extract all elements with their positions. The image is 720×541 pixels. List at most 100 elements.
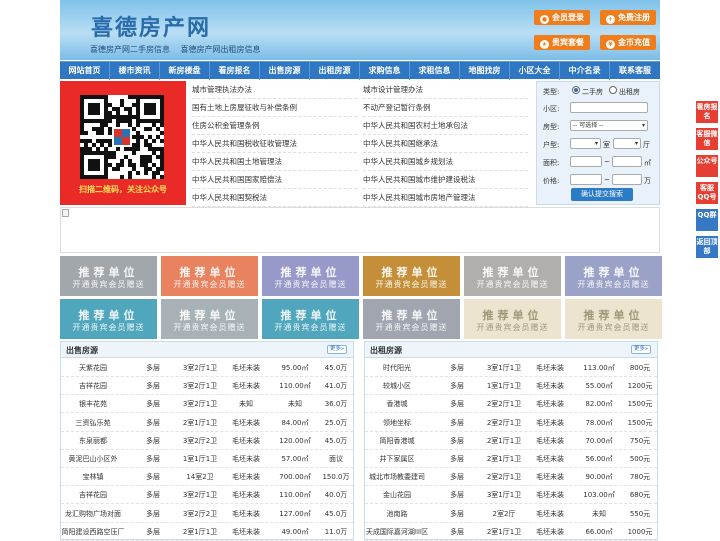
- recharge-button[interactable]: ¥ 金币充值: [600, 35, 656, 50]
- listing-row[interactable]: 金山花园 多层 3室1厅1卫 毛坯未装 103.00㎡ 680元: [365, 486, 657, 505]
- law-link[interactable]: 中华人民共和国农村土地承包法: [363, 117, 528, 135]
- recommended-ad-slot[interactable]: 推荐单位 开通贵宾会员赠送: [565, 299, 662, 339]
- law-link[interactable]: 城市管理执法办法: [192, 81, 357, 99]
- rent-more-link[interactable]: 更多»: [631, 345, 651, 354]
- law-link[interactable]: 中华人民共和国城市房地产管理法: [363, 189, 528, 207]
- law-link[interactable]: 中华人民共和国土地管理法: [192, 153, 357, 171]
- side-button[interactable]: QQ群: [696, 209, 718, 231]
- nav-item[interactable]: 联系客服: [610, 62, 660, 80]
- site-logo-title[interactable]: 喜德房产网: [91, 10, 211, 42]
- listing-estate[interactable]: 吉祥花园: [61, 486, 125, 504]
- listing-row[interactable]: 池南路 多层 2室2厅 毛坯未装 未知 550元: [365, 505, 657, 523]
- recommended-ad-slot[interactable]: 推荐单位 开通贵宾会员赠送: [60, 299, 157, 339]
- listing-estate[interactable]: 城北市场教委建司: [365, 468, 429, 486]
- listing-row[interactable]: 较城小区 多层 1室1厅1卫 毛坯未装 55.00㎡ 1200元: [365, 377, 657, 396]
- listing-estate[interactable]: 宝林镇: [61, 468, 125, 486]
- law-link[interactable]: 国有土地上房屋征收与补偿条例: [192, 99, 357, 117]
- law-link[interactable]: 中华人民共和国继承法: [363, 135, 528, 153]
- listing-estate[interactable]: 领地坐标: [365, 414, 429, 432]
- law-link[interactable]: 中华人民共和国税收征收管理法: [192, 135, 357, 153]
- recommended-ad-slot[interactable]: 推荐单位 开通贵宾会员赠送: [363, 256, 460, 296]
- nav-item[interactable]: 求租信息: [410, 62, 460, 80]
- nav-item[interactable]: 楼市资讯: [110, 62, 160, 80]
- nav-item[interactable]: 网站首页: [60, 62, 110, 80]
- listing-estate[interactable]: 东泉丽都: [61, 432, 125, 450]
- recommended-ad-slot[interactable]: 推荐单位 开通贵宾会员赠送: [262, 256, 359, 296]
- listing-row[interactable]: 城北市场教委建司 多层 2室2厅1卫 毛坯未装 90.00㎡ 780元: [365, 468, 657, 487]
- rental-info-link[interactable]: 喜德房产网出租房信息: [181, 45, 261, 54]
- listing-row[interactable]: 吉祥花园 多层 3室2厅1卫 毛坯未装 110.00㎡ 40.0万: [61, 486, 353, 505]
- listing-row[interactable]: 井下家属区 多层 2室1厅1卫 毛坯未装 56.00㎡ 500元: [365, 450, 657, 468]
- law-link[interactable]: 中华人民共和国契税法: [192, 189, 357, 207]
- recommended-ad-slot[interactable]: 推荐单位 开通贵宾会员赠送: [161, 299, 258, 339]
- secondhand-radio[interactable]: [572, 86, 580, 94]
- member-login-button[interactable]: ● 会员登录: [534, 10, 590, 25]
- room-select[interactable]: ▾: [570, 138, 601, 149]
- free-register-button[interactable]: + 免费注册: [600, 10, 656, 25]
- price-min-input[interactable]: [570, 174, 602, 185]
- price-max-input[interactable]: [612, 174, 642, 185]
- listing-estate[interactable]: 黄泥巴山小区外: [61, 450, 125, 468]
- area-min-input[interactable]: [570, 156, 602, 167]
- hall-select[interactable]: ▾: [613, 138, 641, 149]
- listing-row[interactable]: 银丰花苑 多层 3室2厅1卫 未知 未知 36.0万: [61, 395, 353, 414]
- nav-item[interactable]: 中介名录: [560, 62, 610, 80]
- nav-item[interactable]: 看房报名: [210, 62, 260, 80]
- listing-estate[interactable]: 池南路: [365, 505, 429, 523]
- law-link[interactable]: 住房公积金管理条例: [192, 117, 357, 135]
- listing-row[interactable]: 领地坐标 多层 2室2厅1卫 毛坯未装 78.00㎡ 1500元: [365, 414, 657, 432]
- nav-item[interactable]: 出售房源: [260, 62, 310, 80]
- sale-more-link[interactable]: 更多»: [327, 345, 347, 354]
- rental-radio[interactable]: [609, 86, 617, 94]
- listing-row[interactable]: 黄泥巴山小区外 多层 1室1厅1卫 毛坯未装 57.00㎡ 面议: [61, 450, 353, 468]
- listing-estate[interactable]: 金山花园: [365, 486, 429, 504]
- estate-input[interactable]: [570, 102, 648, 113]
- listing-row[interactable]: 宝林镇 多层 14室2卫 毛坯未装 700.00㎡ 150.0万: [61, 468, 353, 487]
- listing-estate[interactable]: 时代阳光: [365, 359, 429, 377]
- listing-estate[interactable]: 银丰花苑: [61, 395, 125, 413]
- listing-estate[interactable]: 龙汇购物广场对面: [61, 505, 125, 523]
- nav-item[interactable]: 小区大全: [510, 62, 560, 80]
- listing-estate[interactable]: 吉祥花园: [61, 377, 125, 395]
- listing-estate[interactable]: 井下家属区: [365, 450, 429, 468]
- nav-item[interactable]: 地图找房: [460, 62, 510, 80]
- listing-row[interactable]: 龙汇购物广场对面 多层 3室2厅2卫 毛坯未装 127.00㎡ 45.0万: [61, 505, 353, 523]
- side-button[interactable]: 客服微信: [696, 128, 718, 150]
- listing-estate[interactable]: 天紫花园: [61, 359, 125, 377]
- listing-estate[interactable]: 天成国际嘉河湖III区: [365, 523, 429, 541]
- side-button[interactable]: 客服QQ号: [696, 182, 718, 204]
- listing-row[interactable]: 香港城 多层 2室2厅1卫 毛坯未装 82.00㎡ 1500元: [365, 395, 657, 414]
- listing-row[interactable]: 三资弘乐苑 多层 2室1厅1卫 毛坯未装 84.00㎡ 25.0万: [61, 414, 353, 432]
- side-button[interactable]: 公众号: [696, 155, 718, 177]
- law-link[interactable]: 不动产登记暂行条例: [363, 99, 528, 117]
- listing-estate[interactable]: 简阳建设西路空压厂: [61, 523, 125, 541]
- law-link[interactable]: 城市设计管理办法: [363, 81, 528, 99]
- law-link[interactable]: 中华人民共和国城乡规划法: [363, 153, 528, 171]
- recommended-ad-slot[interactable]: 推荐单位 开通贵宾会员赠送: [565, 256, 662, 296]
- listing-row[interactable]: 吉祥花园 多层 3室2厅1卫 毛坯未装 110.00㎡ 41.0万: [61, 377, 353, 396]
- recommended-ad-slot[interactable]: 推荐单位 开通贵宾会员赠送: [60, 256, 157, 296]
- listing-row[interactable]: 简阳建设西路空压厂 多层 2室1厅1卫 毛坯未装 49.00㎡ 11.0万: [61, 523, 353, 541]
- area-max-input[interactable]: [612, 156, 642, 167]
- law-link[interactable]: 中华人民共和国国家赔偿法: [192, 171, 357, 189]
- side-button[interactable]: 返回顶部: [696, 236, 718, 258]
- recommended-ad-slot[interactable]: 推荐单位 开通贵宾会员赠送: [464, 299, 561, 339]
- banner-ad[interactable]: [60, 207, 660, 253]
- nav-item[interactable]: 新房楼盘: [160, 62, 210, 80]
- listing-estate[interactable]: 香港城: [365, 395, 429, 413]
- recommended-ad-slot[interactable]: 推荐单位 开通贵宾会员赠送: [161, 256, 258, 296]
- law-link[interactable]: 中华人民共和国城市维护建设税法: [363, 171, 528, 189]
- listing-row[interactable]: 简阳香港城 多层 2室1厅1卫 毛坯未装 70.00㎡ 750元: [365, 432, 657, 450]
- listing-estate[interactable]: 简阳香港城: [365, 432, 429, 450]
- recommended-ad-slot[interactable]: 推荐单位 开通贵宾会员赠送: [464, 256, 561, 296]
- listing-estate[interactable]: 三资弘乐苑: [61, 414, 125, 432]
- nav-item[interactable]: 出租房源: [310, 62, 360, 80]
- listing-row[interactable]: 东泉丽都 多层 3室2厅2卫 毛坯未装 120.00㎡ 45.0万: [61, 432, 353, 450]
- listing-row[interactable]: 天紫花园 多层 3室2厅1卫 毛坯未装 95.00㎡ 45.0万: [61, 359, 353, 377]
- secondhand-info-link[interactable]: 喜德房产网二手房信息: [90, 45, 170, 54]
- recommended-ad-slot[interactable]: 推荐单位 开通贵宾会员赠送: [262, 299, 359, 339]
- side-button[interactable]: 看房报名: [696, 101, 718, 123]
- house-type-select[interactable]: -- 可选择 -- ▾: [570, 120, 648, 131]
- recommended-ad-slot[interactable]: 推荐单位 开通贵宾会员赠送: [363, 299, 460, 339]
- search-submit-button[interactable]: 确认提交搜索: [571, 188, 633, 201]
